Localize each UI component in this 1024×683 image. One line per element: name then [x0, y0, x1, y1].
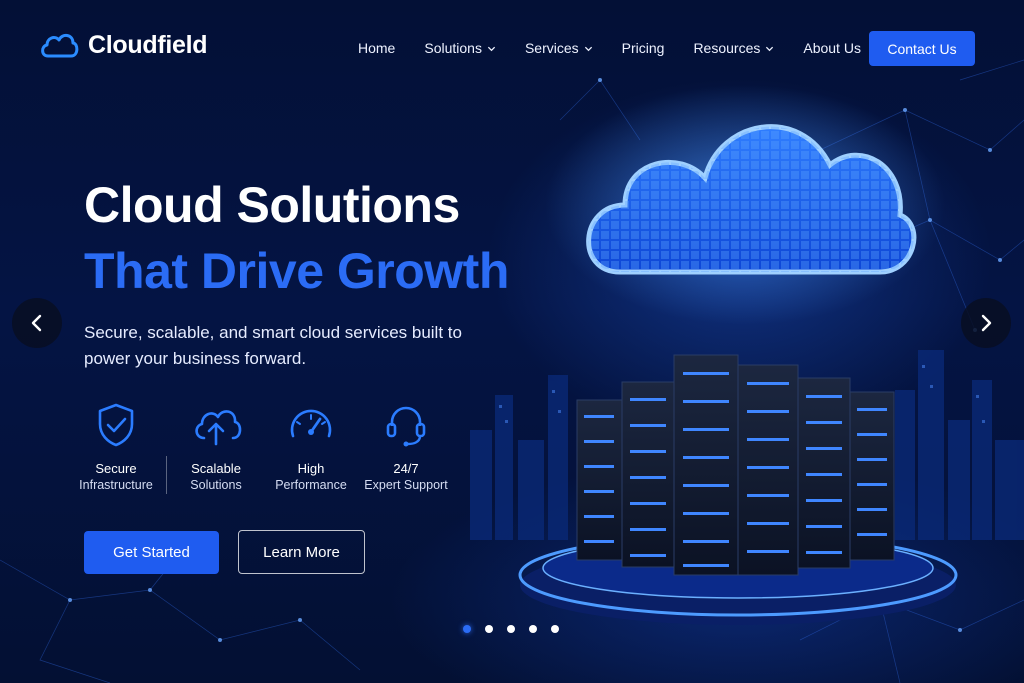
- feature-title: 24/7: [393, 461, 419, 476]
- nav-item-pricing[interactable]: Pricing: [622, 40, 665, 56]
- feature-subtitle: Solutions: [190, 478, 242, 492]
- nav-item-label: About Us: [803, 40, 861, 56]
- carousel-indicators: [463, 625, 559, 633]
- speedometer-icon: [290, 409, 332, 438]
- hero-title-line1: Cloud Solutions: [84, 177, 460, 233]
- feature-support: 24/7 Expert Support: [356, 402, 456, 494]
- headset-icon: [386, 406, 426, 447]
- nav-item-label: Pricing: [621, 40, 665, 56]
- nav-item-label: Resources: [693, 40, 761, 56]
- carousel-dot[interactable]: [551, 625, 559, 633]
- shield-check-icon: [98, 403, 134, 447]
- nav-item-label: Services: [524, 40, 579, 56]
- chevron-left-icon: [31, 314, 42, 332]
- feature-scalable: Scalable Solutions: [166, 402, 266, 494]
- chevron-down-icon: [584, 46, 592, 51]
- nav-item-resources[interactable]: Resources: [693, 40, 774, 56]
- nav-item-home[interactable]: Home: [358, 40, 395, 56]
- feature-subtitle: Expert Support: [364, 478, 448, 492]
- nav-item-label: Home: [358, 40, 396, 56]
- nav-item-services[interactable]: Services: [525, 40, 593, 56]
- carousel-next-button[interactable]: [961, 298, 1011, 348]
- carousel-dot[interactable]: [463, 625, 471, 633]
- hero-description: Secure, scalable, and smart cloud servic…: [84, 323, 462, 368]
- contact-us-button[interactable]: Contact Us: [869, 31, 975, 66]
- feature-secure: Secure Infrastructure: [66, 402, 166, 494]
- feature-performance: High Performance: [261, 402, 361, 494]
- hero-section: Cloudfield Home Solutions Services Prici…: [0, 0, 1024, 683]
- carousel-dot[interactable]: [529, 625, 537, 633]
- nav-item-solutions[interactable]: Solutions: [424, 40, 496, 56]
- feature-subtitle: Infrastructure: [79, 478, 153, 492]
- brand-name: Cloudfield: [88, 30, 208, 59]
- nav-item-label: Solutions: [424, 40, 482, 56]
- carousel-dot[interactable]: [507, 625, 515, 633]
- carousel-dot[interactable]: [485, 625, 493, 633]
- feature-subtitle: Performance: [275, 478, 347, 492]
- feature-title: High: [297, 461, 325, 476]
- chevron-down-icon: [487, 46, 496, 51]
- hero-title-line2: That Drive Growth: [84, 243, 509, 299]
- feature-title: Secure: [95, 461, 137, 476]
- feature-title: Scalable: [191, 461, 241, 476]
- cloud-icon: [41, 34, 79, 58]
- nav-item-about-us[interactable]: About Us: [803, 40, 861, 56]
- chevron-down-icon: [766, 46, 774, 51]
- get-started-button[interactable]: Get Started: [84, 531, 219, 574]
- carousel-prev-button[interactable]: [12, 298, 62, 348]
- brand-logo[interactable]: Cloudfield: [38, 30, 208, 60]
- learn-more-button[interactable]: Learn More: [238, 530, 365, 574]
- cloud-upload-icon: [195, 410, 242, 446]
- chevron-right-icon: [981, 314, 992, 332]
- main-nav: Home Solutions Services Pricing Resource…: [358, 40, 890, 56]
